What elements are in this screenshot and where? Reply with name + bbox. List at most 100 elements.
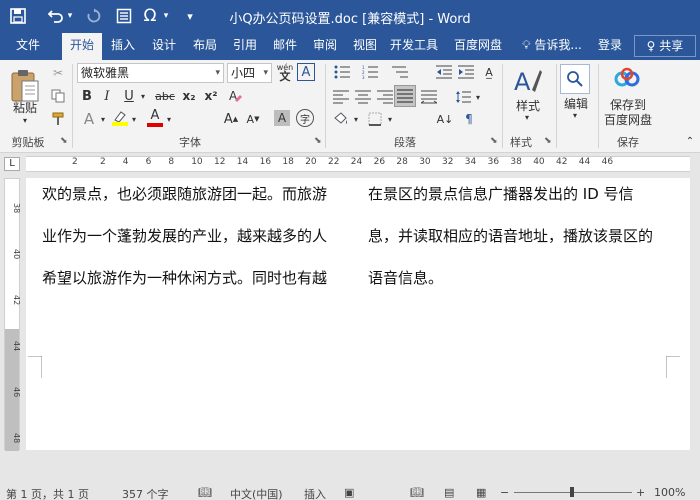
numbering-icon[interactable]: 123 [358, 63, 382, 81]
strikethrough-button[interactable]: abc [152, 87, 178, 105]
print-layout-icon[interactable]: ▤ [444, 486, 454, 499]
tell-me-box[interactable]: 💡︎ 告诉我... [516, 33, 588, 60]
symbol-omega-button[interactable]: Ω [138, 4, 162, 28]
phonetic-guide-button[interactable]: wén 文 [275, 62, 295, 82]
font-color-button[interactable]: A [145, 108, 165, 128]
font-name-select[interactable]: 微软雅黑 ▾ [77, 63, 224, 83]
zoom-level[interactable]: 100% [654, 486, 685, 499]
underline-dropdown-icon[interactable]: ▾ [138, 87, 148, 105]
word-count[interactable]: 357 个字 [122, 486, 169, 500]
shrink-font-icon[interactable]: A ▼ [244, 110, 262, 128]
align-center-icon[interactable] [352, 87, 374, 107]
redo-icon[interactable] [82, 4, 106, 28]
line-spacing-icon[interactable] [452, 87, 474, 107]
horizontal-ruler[interactable]: L 2 2 4 6 8 10 12 14 16 18 20 22 24 26 28 30 32 34 36 38 40 4… [0, 153, 700, 175]
tab-selector[interactable]: L [4, 157, 20, 171]
chinese-layout-icon[interactable]: A̲ [478, 63, 500, 81]
clipboard-launcher-icon[interactable]: ⬊ [60, 136, 68, 146]
align-left-icon[interactable] [330, 87, 352, 107]
highlight-dropdown-icon[interactable]: ▾ [130, 110, 138, 128]
insert-mode[interactable]: 插入 [304, 486, 326, 500]
subscript-button[interactable]: x₂ [180, 87, 198, 105]
text-effects-icon[interactable]: A [78, 110, 100, 128]
superscript-button[interactable]: x² [202, 87, 220, 105]
baidu-cloud-icon[interactable] [612, 64, 642, 92]
tab-file[interactable]: 文件 [10, 33, 46, 60]
justify-icon[interactable] [394, 85, 416, 107]
font-color-dropdown-icon[interactable]: ▾ [165, 110, 173, 128]
vertical-ruler[interactable]: 38 40 42 44 46 48 [4, 178, 21, 451]
ruler-tick: 42 [556, 157, 568, 167]
collapse-ribbon-icon[interactable]: ⌃ [684, 134, 696, 148]
cut-icon[interactable]: ✂ [48, 64, 68, 82]
undo-dropdown-icon[interactable]: ▾ [64, 4, 76, 28]
character-shading-button[interactable]: A [274, 110, 290, 126]
text-effects-dropdown-icon[interactable]: ▾ [99, 110, 107, 128]
text-line: 欢的景点，也必须跟随旅游团一起。而旅游 [42, 185, 328, 203]
distributed-icon[interactable] [418, 87, 440, 107]
clear-formatting-icon[interactable]: A [226, 87, 246, 105]
ruler-tick: 44 [578, 157, 591, 167]
paste-dropdown-icon[interactable]: ▾ [20, 115, 30, 125]
character-border-button[interactable]: A [297, 63, 315, 81]
styles-dropdown-icon[interactable]: ▾ [522, 112, 532, 122]
share-label: 共享 [659, 39, 684, 53]
show-marks-icon[interactable]: ¶ [458, 110, 480, 128]
tab-design[interactable]: 设计 [145, 33, 183, 60]
tab-insert[interactable]: 插入 [104, 33, 142, 60]
styles-launcher-icon[interactable]: ⬊ [544, 136, 552, 146]
bold-button[interactable]: B [78, 87, 96, 105]
proofing-icon[interactable]: 📖︎ [198, 486, 212, 499]
tab-developer[interactable]: 开发工具 [386, 33, 442, 60]
edit-label: 编辑 [563, 96, 588, 111]
tab-layout[interactable]: 布局 [186, 33, 224, 60]
italic-button[interactable]: I [98, 87, 116, 105]
ruler-tick: 10 [191, 157, 203, 167]
tab-home[interactable]: 开始 [62, 33, 102, 60]
shading-dropdown-icon[interactable]: ▾ [352, 110, 360, 128]
symbol-dropdown-icon[interactable]: ▾ [160, 4, 172, 28]
zoom-out-button[interactable]: − [500, 486, 509, 499]
bullets-icon[interactable] [330, 63, 354, 81]
format-painter-icon[interactable] [48, 110, 68, 128]
decrease-indent-icon[interactable] [434, 63, 454, 81]
shading-icon[interactable] [330, 110, 352, 128]
borders-dropdown-icon[interactable]: ▾ [386, 110, 394, 128]
font-launcher-icon[interactable]: ⬊ [314, 136, 322, 146]
web-layout-icon[interactable]: ▦ [476, 486, 486, 499]
tab-baidu-netdisk[interactable]: 百度网盘 [448, 33, 508, 60]
zoom-in-button[interactable]: + [636, 486, 645, 499]
share-button[interactable]: ♀︎ 共享 [634, 35, 696, 57]
tab-view[interactable]: 视图 [346, 33, 384, 60]
page-count[interactable]: 第 1 页，共 1 页 [6, 486, 89, 500]
font-size-select[interactable]: 小四 ▾ [227, 63, 272, 83]
edit-dropdown-icon[interactable]: ▾ [570, 110, 580, 120]
macro-record-icon[interactable]: ▣ [344, 486, 354, 499]
copy-icon[interactable] [48, 87, 68, 105]
increase-indent-icon[interactable] [456, 63, 476, 81]
save-icon[interactable] [6, 4, 30, 28]
login-button[interactable]: 登录 [592, 33, 628, 60]
multilevel-list-icon[interactable] [388, 63, 412, 81]
highlight-color-button[interactable] [110, 108, 130, 128]
read-mode-icon[interactable]: 📖︎ [410, 486, 424, 499]
tab-mailings[interactable]: 邮件 [266, 33, 304, 60]
enclose-characters-button[interactable]: 字 [296, 109, 314, 127]
styles-button[interactable]: A [508, 64, 548, 98]
underline-button[interactable]: U [120, 87, 138, 105]
tab-review[interactable]: 审阅 [306, 33, 344, 60]
document-icon[interactable] [112, 4, 136, 28]
document-page[interactable]: 欢的景点，也必须跟随旅游团一起。而旅游 业作为一个蓬勃发展的产业，越来越多的人 … [26, 178, 690, 450]
line-spacing-dropdown-icon[interactable]: ▾ [474, 87, 482, 107]
customize-icon[interactable]: ▾ [178, 4, 202, 28]
language-indicator[interactable]: 中文(中国) [230, 486, 283, 500]
paragraph-launcher-icon[interactable]: ⬊ [490, 136, 498, 146]
align-right-icon[interactable] [374, 87, 396, 107]
tab-references[interactable]: 引用 [226, 33, 264, 60]
sort-icon[interactable]: A↓ [434, 110, 456, 128]
person-icon: ♀︎ [646, 39, 656, 53]
find-button[interactable] [560, 64, 590, 94]
borders-icon[interactable] [364, 110, 386, 128]
grow-font-icon[interactable]: A ▲ [222, 110, 240, 128]
zoom-slider-thumb[interactable] [570, 487, 574, 497]
